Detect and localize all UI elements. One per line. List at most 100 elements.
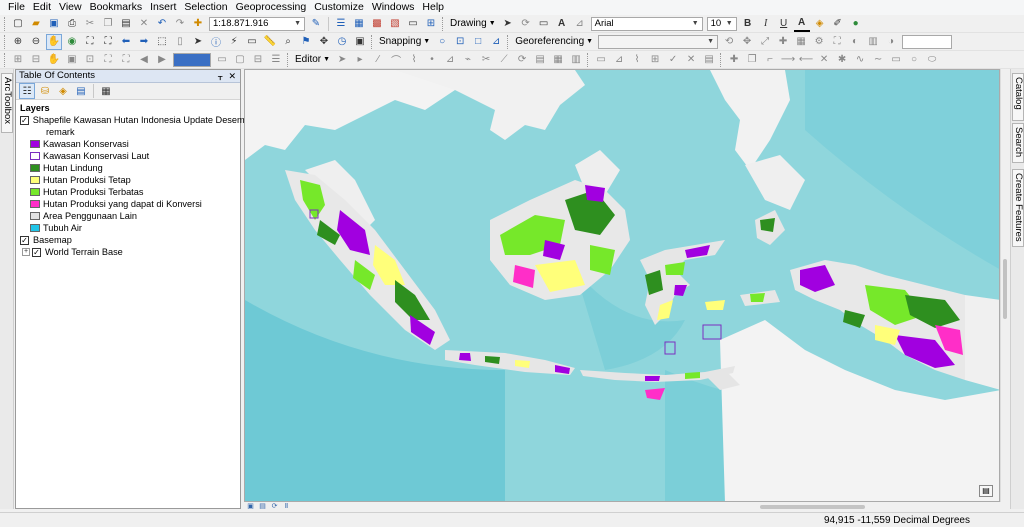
auto-adjust-icon[interactable]: ⚙ xyxy=(811,34,827,50)
legend-item[interactable]: Hutan Produksi Tetap xyxy=(18,174,240,186)
catalog-tab[interactable]: Catalog xyxy=(1012,73,1024,121)
time-slider-icon[interactable]: ◷ xyxy=(334,34,350,50)
legend-swatch[interactable] xyxy=(30,176,40,184)
layer-row-world-terrain[interactable]: + ✓ World Terrain Base xyxy=(18,246,240,258)
identify-icon[interactable]: ⓘ xyxy=(208,34,224,50)
layout-zoom-out-icon[interactable]: ⊟ xyxy=(28,52,44,68)
circle-icon[interactable]: ○ xyxy=(906,52,922,68)
legend-item[interactable]: Tubuh Air xyxy=(18,222,240,234)
georeference-layer-combo[interactable]: ▼ xyxy=(598,34,719,49)
copy-features-icon[interactable]: ❐ xyxy=(744,52,760,68)
edit-vertices-icon[interactable]: ⊿ xyxy=(442,52,458,68)
toolbar-grip[interactable] xyxy=(287,52,290,67)
validate-icon[interactable]: ✓ xyxy=(665,52,681,68)
map-horizontal-scrollbar[interactable] xyxy=(760,505,865,509)
end-snapping-icon[interactable]: ⊡ xyxy=(452,34,468,50)
marker-color-icon[interactable]: ● xyxy=(848,16,864,32)
legend-item[interactable]: Kawasan Konservasi Laut xyxy=(18,150,240,162)
pause-drawing-icon[interactable]: Ⅱ xyxy=(282,503,291,511)
model-builder-icon[interactable]: ⊞ xyxy=(423,16,439,32)
legend-swatch[interactable] xyxy=(30,200,40,208)
trace-icon[interactable]: ⌇ xyxy=(406,52,422,68)
expand-icon[interactable]: + xyxy=(22,248,30,256)
html-popup-icon[interactable]: ▭ xyxy=(244,34,260,50)
fix-topology-icon[interactable]: ✕ xyxy=(683,52,699,68)
fixed-zoom-out-icon[interactable]: ⛶ xyxy=(100,34,116,50)
menu-view[interactable]: View xyxy=(55,0,86,15)
arctoolbox-tab[interactable]: ArcToolbox xyxy=(1,73,13,133)
vertex-snapping-icon[interactable]: □ xyxy=(470,34,486,50)
flicker-icon[interactable]: ◑ xyxy=(883,34,899,50)
back-icon[interactable]: ⬅ xyxy=(118,34,134,50)
select-elements-icon[interactable]: ➤ xyxy=(500,16,516,32)
measure-icon[interactable]: 📏 xyxy=(262,34,278,50)
go-to-xy-icon[interactable]: ✥ xyxy=(316,34,332,50)
attribution-icon[interactable]: ▤ xyxy=(979,485,993,497)
legend-item[interactable]: Area Penggunaan Lain xyxy=(18,210,240,222)
menu-edit[interactable]: Edit xyxy=(29,0,55,15)
options-icon[interactable]: ▦ xyxy=(98,83,114,99)
error-inspector-icon[interactable]: ▤ xyxy=(701,52,717,68)
rectangle-icon[interactable]: ▭ xyxy=(536,16,552,32)
pin-icon[interactable]: ᚁ xyxy=(218,70,222,82)
menu-windows[interactable]: Windows xyxy=(368,0,419,15)
zoom-100-icon[interactable]: ⊡ xyxy=(82,52,98,68)
basemap-visibility-checkbox[interactable]: ✓ xyxy=(20,235,29,245)
swipe-icon[interactable]: ▥ xyxy=(865,34,881,50)
focus-data-frame-icon[interactable]: ▢ xyxy=(232,52,248,68)
legend-item[interactable]: Hutan Lindung xyxy=(18,162,240,174)
rotate-icon[interactable]: ⟳ xyxy=(518,16,534,32)
straight-segment-icon[interactable]: ∕ xyxy=(370,52,386,68)
zoom-out-icon[interactable]: ⊖ xyxy=(28,34,44,50)
topology-icon[interactable]: ▭ xyxy=(593,52,609,68)
trim-icon[interactable]: ⟵ xyxy=(798,52,814,68)
topology-edit-icon[interactable]: ⊿ xyxy=(611,52,627,68)
fit-to-display-icon[interactable]: ⛶ xyxy=(829,34,845,50)
search-window-icon[interactable]: ▩ xyxy=(369,16,385,32)
create-features-tab[interactable]: Create Features xyxy=(1012,169,1024,247)
fill-color-icon[interactable]: ◈ xyxy=(812,16,828,32)
paste-icon[interactable]: ▤ xyxy=(118,16,134,32)
layout-pan-icon[interactable]: ✋ xyxy=(46,52,62,68)
new-icon[interactable]: ▢ xyxy=(10,16,26,32)
close-icon[interactable]: ✕ xyxy=(228,70,236,82)
rotate-icon[interactable]: ⟳ xyxy=(514,52,530,68)
line-color-icon[interactable]: ✐ xyxy=(830,16,846,32)
edit-tool-icon[interactable]: ➤ xyxy=(334,52,350,68)
menu-file[interactable]: File xyxy=(4,0,29,15)
pan-icon[interactable]: ✋ xyxy=(46,33,62,50)
zoom-percent-combo[interactable] xyxy=(173,52,211,67)
search-tab[interactable]: Search xyxy=(1012,123,1024,163)
create-features-icon[interactable]: ▥ xyxy=(568,52,584,68)
rectangle-icon[interactable]: ▭ xyxy=(888,52,904,68)
font-name-combo[interactable]: Arial ▼ xyxy=(590,16,703,31)
layout-zoom-in-icon[interactable]: ⊞ xyxy=(10,52,26,68)
full-extent-icon[interactable]: ◉ xyxy=(64,34,80,50)
list-by-visibility-icon[interactable]: ◈ xyxy=(55,83,71,99)
effects-icon[interactable]: ◐ xyxy=(847,34,863,50)
editor-menu[interactable]: Editor ▼ xyxy=(292,54,333,65)
shared-features-icon[interactable]: ⊞ xyxy=(647,52,663,68)
bold-button[interactable]: B xyxy=(740,16,756,32)
point-icon[interactable]: • xyxy=(424,52,440,68)
open-icon[interactable]: ▰ xyxy=(28,16,44,32)
drawing-menu[interactable]: Drawing ▼ xyxy=(447,18,499,29)
zoom-whole-page-icon[interactable]: ▣ xyxy=(64,52,80,68)
legend-swatch[interactable] xyxy=(30,188,40,196)
rotate-icon[interactable]: ⟲ xyxy=(721,34,737,50)
map-vertical-scrollbar[interactable] xyxy=(1000,69,1009,502)
toc-window-icon[interactable]: ☰ xyxy=(333,16,349,32)
reshape-icon[interactable]: ⌁ xyxy=(460,52,476,68)
forward-icon[interactable]: ➡ xyxy=(136,34,152,50)
cut-polygons-icon[interactable]: ✂ xyxy=(478,52,494,68)
group-row-basemap[interactable]: ✓ Basemap xyxy=(18,234,240,246)
refresh-icon[interactable]: ⟳ xyxy=(270,503,279,511)
toolbar-grip[interactable] xyxy=(4,52,7,67)
ellipse-icon[interactable]: ⬭ xyxy=(924,52,940,68)
underline-button[interactable]: U xyxy=(776,16,792,32)
terrain-visibility-checkbox[interactable]: ✓ xyxy=(32,247,41,257)
new-text-icon[interactable]: A xyxy=(554,16,570,32)
line-intersection-icon[interactable]: ✕ xyxy=(816,52,832,68)
map-view[interactable]: ▤ xyxy=(244,69,1000,502)
scale-icon[interactable]: ⤢ xyxy=(757,34,773,50)
